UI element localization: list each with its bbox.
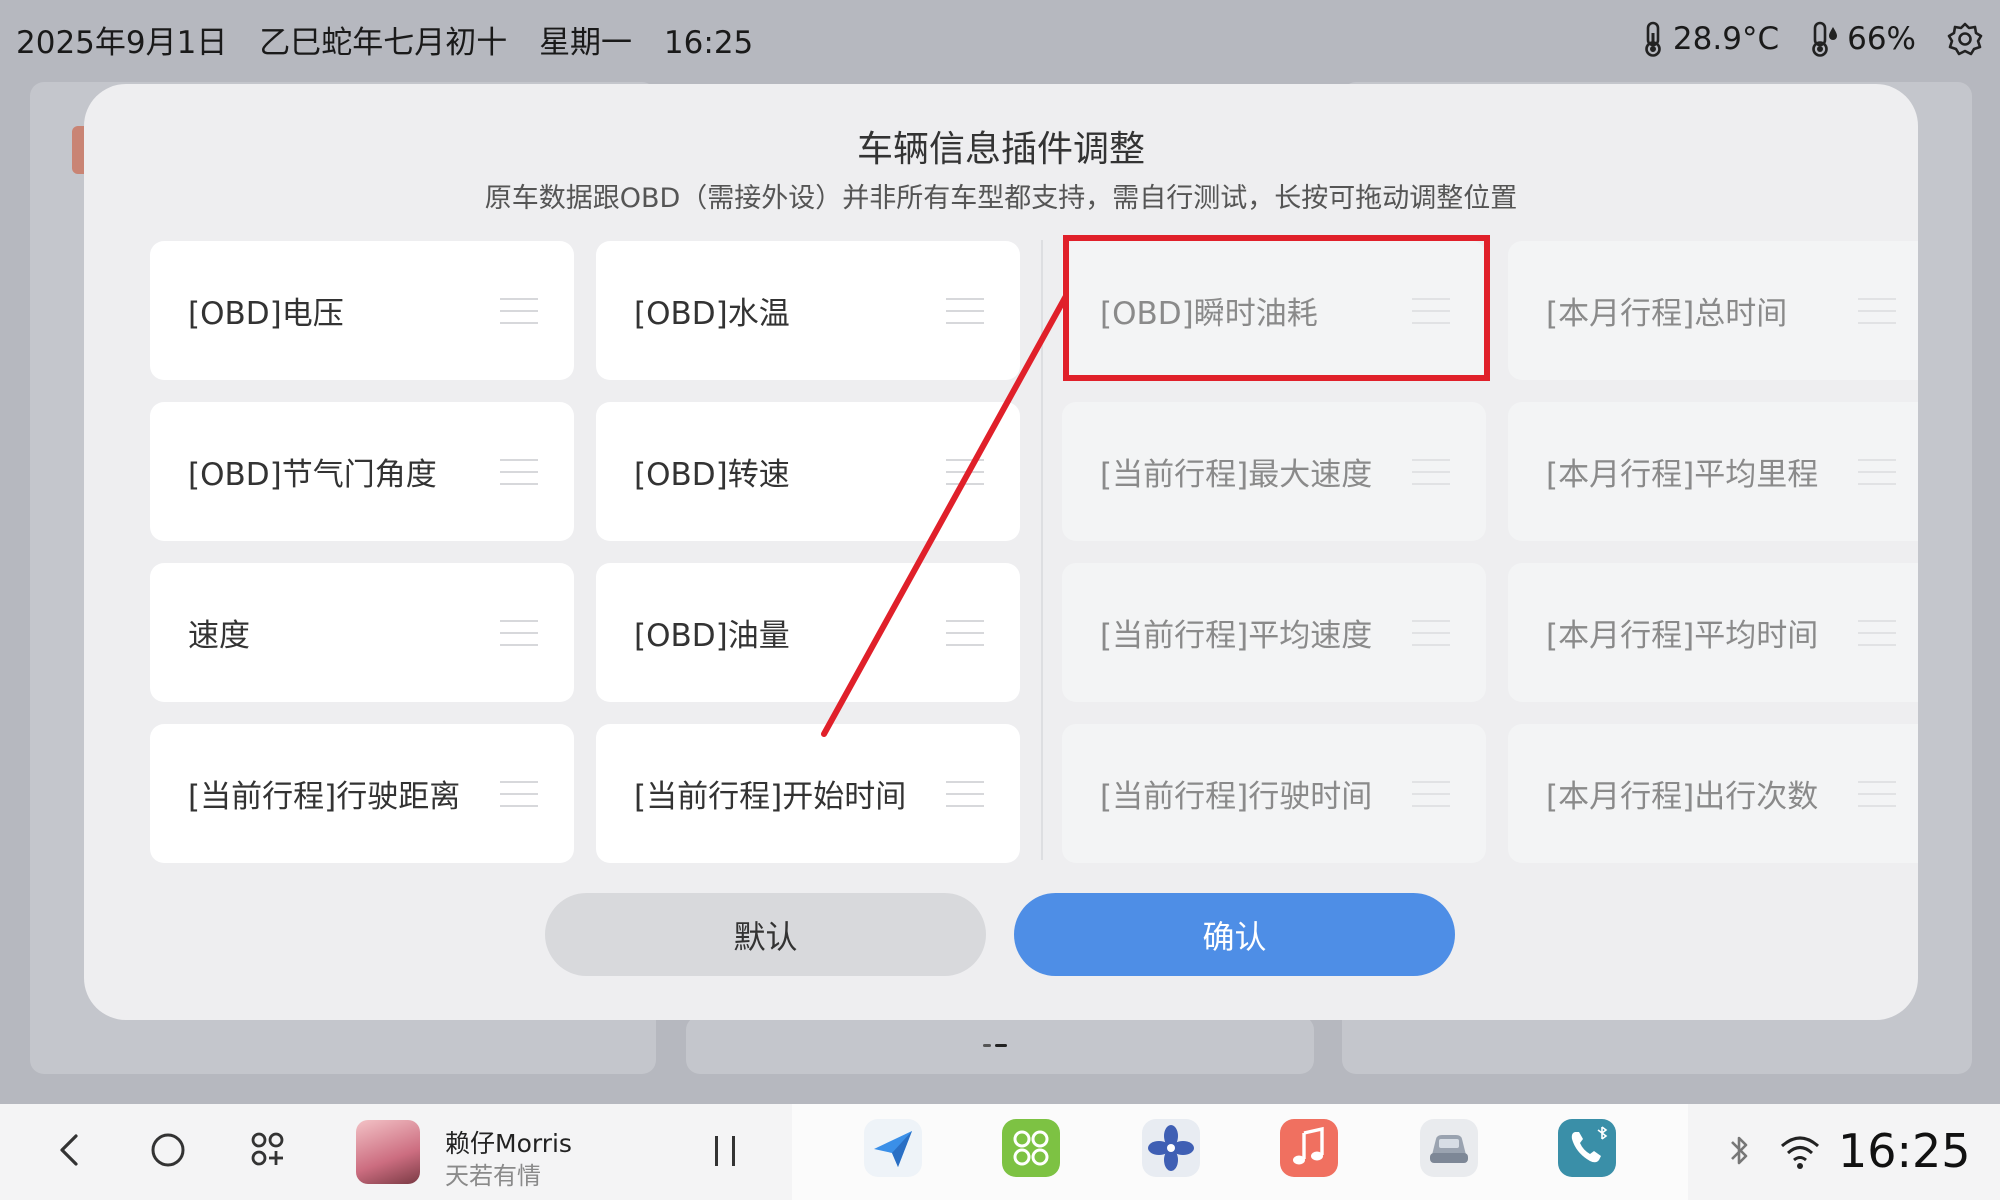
status-time-text: 16:25	[663, 24, 754, 61]
drag-handle-icon[interactable]	[1412, 610, 1450, 656]
lunar-date-text: 乙巳蛇年七月初十	[259, 24, 508, 61]
settings-widget[interactable]	[1946, 20, 1984, 58]
taskbar: 赖仔Morris 天若有情 16:25	[0, 1104, 2000, 1200]
plugin-tile-label: [本月行程]总时间	[1546, 296, 1788, 332]
plugin-tile-label: [OBD]水温	[634, 296, 790, 332]
plugin-tile-label: [当前行程]开始时间	[634, 779, 907, 815]
drag-handle-icon[interactable]	[1858, 610, 1896, 656]
plugin-tile-label: [OBD]转速	[634, 457, 790, 493]
navigation-app-icon[interactable]	[864, 1119, 922, 1177]
plugin-tile-label: [本月行程]出行次数	[1546, 779, 1819, 815]
media-artist: 赖仔Morris	[445, 1129, 572, 1158]
plugin-tile-label: [当前行程]最大速度	[1100, 457, 1373, 493]
phone-bluetooth-icon[interactable]	[1558, 1119, 1616, 1177]
plugin-tile-label: [OBD]电压	[188, 296, 344, 332]
weekday-text: 星期一	[539, 24, 633, 61]
plugin-tile-label: [本月行程]平均里程	[1546, 457, 1819, 493]
plugin-tile-label: [当前行程]行驶时间	[1100, 779, 1373, 815]
drag-handle-icon[interactable]	[946, 610, 984, 656]
taskbar-clock: 16:25	[1838, 1124, 1971, 1178]
plugin-tile-label: [OBD]瞬时油耗	[1100, 296, 1318, 332]
plugin-tile-active[interactable]: [OBD]水温	[596, 241, 1020, 380]
drag-handle-icon[interactable]	[946, 771, 984, 817]
plugin-tile-active[interactable]: 速度	[150, 563, 574, 702]
plugin-tile-active[interactable]: [OBD]节气门角度	[150, 402, 574, 541]
humidity-icon	[1812, 21, 1838, 57]
plugin-tile-active[interactable]: [OBD]转速	[596, 402, 1020, 541]
status-bar: 2025年9月1日 乙巳蛇年七月初十 星期一 16:25 28.9°C 66%	[0, 0, 2000, 78]
dialog-title: 车辆信息插件调整	[856, 129, 1145, 170]
plugin-tile-active[interactable]: [OBD]电压	[150, 241, 574, 380]
plugin-tile-label: [当前行程]平均速度	[1100, 618, 1373, 654]
drag-handle-icon[interactable]	[500, 449, 538, 495]
humidity-widget: 66%	[1809, 21, 1916, 57]
album-cover[interactable]	[356, 1120, 420, 1184]
back-icon[interactable]	[52, 1126, 88, 1174]
drag-handle-icon[interactable]	[500, 771, 538, 817]
drag-handle-icon[interactable]	[1412, 449, 1450, 495]
plugin-tile-inactive[interactable]: [当前行程]最大速度	[1062, 402, 1486, 541]
media-song: 天若有情	[445, 1162, 541, 1190]
plugin-tile-label: 速度	[188, 618, 250, 654]
apps-launcher-icon[interactable]	[1002, 1119, 1060, 1177]
bluetooth-icon[interactable]	[1724, 1132, 1754, 1172]
plugin-tile-active[interactable]: [当前行程]开始时间	[596, 724, 1020, 863]
page-indicator	[983, 1044, 1007, 1047]
settings-gear-icon[interactable]	[1946, 20, 1984, 58]
page-dot	[983, 1044, 991, 1047]
plugin-tile-inactive[interactable]: [本月行程]出行次数	[1508, 724, 1918, 863]
app-drawer-icon[interactable]	[248, 1126, 288, 1174]
plugin-tile-active[interactable]: [OBD]油量	[596, 563, 1020, 702]
drag-handle-icon[interactable]	[1858, 288, 1896, 334]
drag-handle-icon[interactable]	[946, 288, 984, 334]
plugin-tile-label: [本月行程]平均时间	[1546, 618, 1819, 654]
dialog-subtitle: 原车数据跟OBD（需接外设）并非所有车型都支持，需自行测试，长按可拖动调整位置	[484, 183, 1518, 214]
plugin-tile-inactive[interactable]: [本月行程]总时间	[1508, 241, 1918, 380]
music-app-icon[interactable]	[1280, 1119, 1338, 1177]
drag-handle-icon[interactable]	[946, 449, 984, 495]
page-dot-active	[995, 1044, 1007, 1047]
plugin-tile-inactive[interactable]: [本月行程]平均时间	[1508, 563, 1918, 702]
default-button[interactable]: 默认	[545, 893, 986, 976]
temperature-widget: 28.9°C	[1641, 21, 1779, 57]
plugin-tile-label: [当前行程]行驶距离	[188, 779, 461, 815]
car-info-icon[interactable]	[1420, 1119, 1478, 1177]
plugin-tile-inactive[interactable]: [当前行程]平均速度	[1062, 563, 1486, 702]
confirm-button[interactable]: 确认	[1014, 893, 1455, 976]
fan-climate-icon[interactable]	[1142, 1119, 1200, 1177]
drag-handle-icon[interactable]	[1412, 288, 1450, 334]
plugin-tile-inactive[interactable]: [OBD]瞬时油耗	[1062, 241, 1486, 380]
drag-handle-icon[interactable]	[500, 288, 538, 334]
drag-handle-icon[interactable]	[1858, 771, 1896, 817]
plugin-tile-active[interactable]: [当前行程]行驶距离	[150, 724, 574, 863]
wifi-icon[interactable]	[1778, 1132, 1822, 1172]
app-dock	[792, 1104, 1688, 1200]
media-player[interactable]: 赖仔Morris 天若有情	[352, 1116, 792, 1190]
plugin-tile-label: [OBD]油量	[634, 618, 790, 654]
drag-handle-icon[interactable]	[1412, 771, 1450, 817]
home-icon[interactable]	[148, 1126, 188, 1174]
plugin-adjust-dialog: 车辆信息插件调整 原车数据跟OBD（需接外设）并非所有车型都支持，需自行测试，长…	[84, 84, 1918, 1020]
plugin-tile-inactive[interactable]: [当前行程]行驶时间	[1062, 724, 1486, 863]
humidity-text: 66%	[1847, 21, 1916, 57]
drag-handle-icon[interactable]	[1858, 449, 1896, 495]
date-text: 2025年9月1日	[16, 24, 228, 61]
plugin-tile-inactive[interactable]: [本月行程]平均里程	[1508, 402, 1918, 541]
date-block: 2025年9月1日 乙巳蛇年七月初十 星期一 16:25	[16, 17, 775, 62]
drag-handle-icon[interactable]	[500, 610, 538, 656]
plugin-tile-label: [OBD]节气门角度	[188, 457, 437, 493]
plugin-grid: [OBD]电压 [OBD]水温 [OBD]节气门角度 [OBD]转速 速度 [O…	[150, 241, 1918, 863]
thermometer-icon	[1645, 21, 1661, 57]
temperature-text: 28.9°C	[1672, 21, 1780, 57]
pause-icon[interactable]	[708, 1136, 742, 1170]
